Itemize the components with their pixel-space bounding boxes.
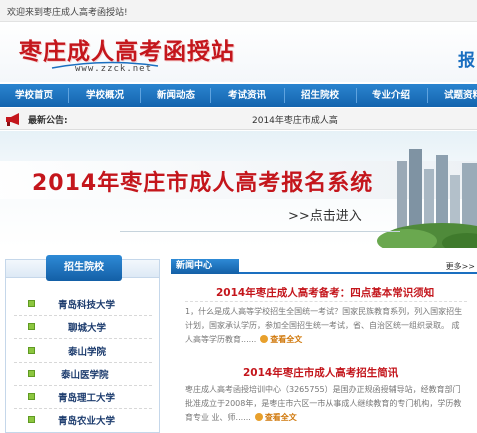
bullet-icon — [28, 416, 35, 423]
nav-item-home[interactable]: 学校首页 — [15, 84, 53, 107]
nav-divider — [284, 88, 285, 103]
sidebar-title[interactable]: 招生院校 — [46, 255, 122, 281]
bullet-icon — [28, 300, 35, 307]
site-url: www.zzck.net — [75, 64, 153, 74]
news-summary-text: 1，什么是成人高等学校招生全国统一考试？国家民族教育系列，列入国家招生计划，国家… — [185, 307, 463, 344]
school-name: 青岛农业大学 — [58, 416, 116, 427]
news-header: 新闻中心 更多>> — [171, 259, 477, 274]
news-center: 新闻中心 更多>> 2014年枣庄成人高考备考：四点基本常识须知 1，什么是成人… — [171, 259, 477, 433]
announcement-text[interactable]: 2014年枣庄市成人高 — [252, 113, 338, 126]
header-right-banner[interactable]: 报 — [458, 46, 477, 70]
bullet-icon — [28, 393, 35, 400]
nav-item-about[interactable]: 学校概况 — [86, 84, 124, 107]
bullet-icon — [28, 347, 35, 354]
list-divider — [14, 408, 152, 409]
read-more-link[interactable]: 查看全文 — [270, 335, 302, 344]
bullet-icon — [28, 323, 35, 330]
banner-enter-link[interactable]: >>点击进入 — [288, 205, 362, 224]
read-more-icon — [254, 413, 263, 421]
list-divider — [14, 385, 152, 386]
welcome-text: 欢迎来到枣庄成人高考函授站! — [7, 8, 128, 18]
school-name: 泰山学院 — [68, 347, 107, 358]
news-summary-1: 1，什么是成人高等学校招生全国统一考试？国家民族教育系列，列入国家招生计划，国家… — [185, 305, 467, 347]
school-name: 泰山医学院 — [61, 370, 109, 381]
main-nav: 学校首页 学校概况 新闻动态 考试资讯 招生院校 专业介绍 试题资料 — [0, 84, 477, 107]
school-name: 青岛理工大学 — [58, 393, 116, 404]
header: 枣庄成人高考函授站 www.zzck.net 报 — [0, 22, 477, 82]
nav-divider — [356, 88, 357, 103]
nav-divider — [210, 88, 211, 103]
registration-banner[interactable]: 2014年枣庄市成人高考报名系统 >>点击进入 — [0, 131, 477, 248]
school-name: 青岛科技大学 — [58, 300, 116, 311]
banner-divider — [120, 231, 400, 232]
read-more-link[interactable]: 查看全文 — [265, 413, 297, 422]
news-headline-2[interactable]: 2014年枣庄市成人高考招生简讯 — [243, 365, 398, 380]
news-divider — [185, 301, 467, 302]
nav-item-schools[interactable]: 招生院校 — [301, 84, 339, 107]
top-bar: 欢迎来到枣庄成人高考函授站! — [0, 0, 477, 22]
nav-item-exam-info[interactable]: 考试资讯 — [228, 84, 266, 107]
bullet-icon — [28, 370, 35, 377]
nav-item-news[interactable]: 新闻动态 — [157, 84, 195, 107]
list-divider — [14, 362, 152, 363]
list-divider — [14, 315, 152, 316]
nav-divider — [68, 88, 69, 103]
announcement-bar: 最新公告: 2014年枣庄市成人高 — [0, 108, 477, 130]
nav-item-majors[interactable]: 专业介绍 — [372, 84, 410, 107]
read-more-icon — [260, 335, 269, 343]
nav-item-materials[interactable]: 试题资料 — [444, 84, 477, 107]
banner-title: 2014年枣庄市成人高考报名系统 — [32, 171, 374, 196]
announcement-label: 最新公告: — [28, 116, 68, 126]
news-summary-2: 枣庄成人高考函授培训中心（3265755）是国办正规函授辅导站，经教育部门批准成… — [185, 383, 467, 425]
list-divider — [14, 338, 152, 339]
more-news-link[interactable]: 更多>> — [446, 261, 475, 272]
sidebar-header: 招生院校 — [6, 255, 159, 281]
schools-sidebar: 招生院校 青岛科技大学 聊城大学 泰山学院 泰山医学院 青岛理工大学 青岛农业大… — [5, 255, 160, 433]
nav-divider — [427, 88, 428, 103]
megaphone-icon — [6, 113, 19, 126]
news-headline-1[interactable]: 2014年枣庄成人高考备考：四点基本常识须知 — [216, 285, 434, 300]
nav-divider — [140, 88, 141, 103]
school-name: 聊城大学 — [68, 323, 107, 334]
news-summary-text: 枣庄成人高考函授培训中心（3265755）是国办正规函授辅导站，经教育部门批准成… — [185, 385, 462, 422]
news-section-title[interactable]: 新闻中心 — [171, 259, 239, 274]
